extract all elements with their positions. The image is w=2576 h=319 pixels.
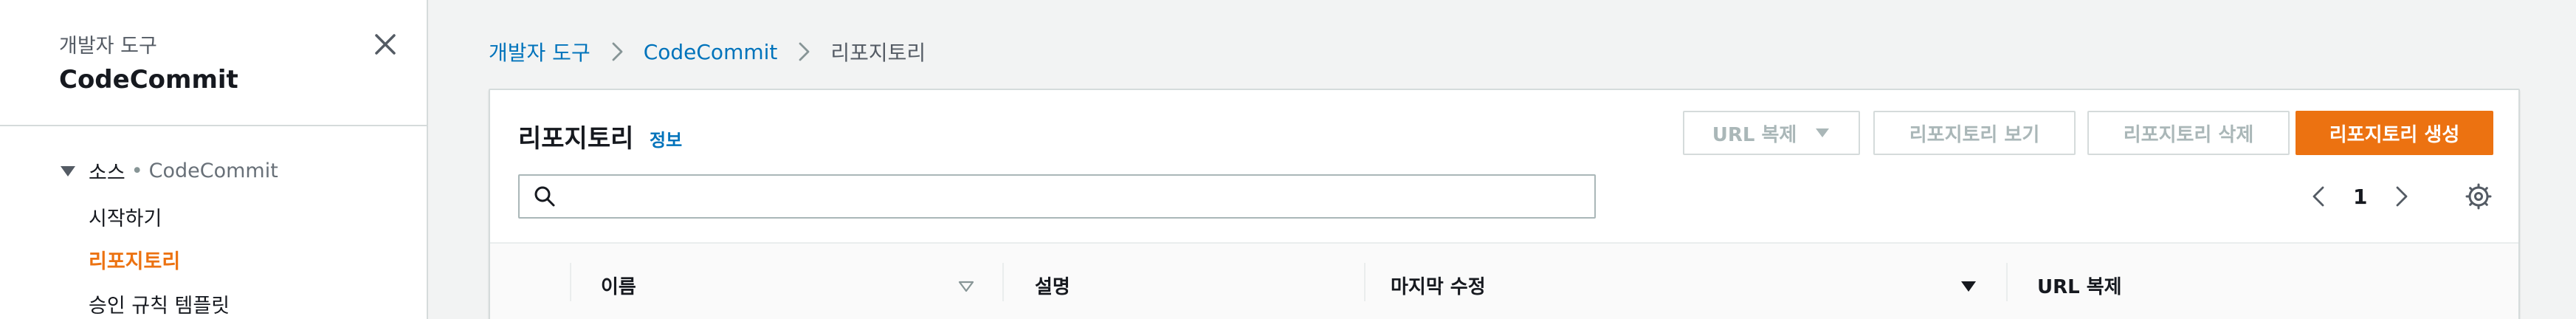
column-divider (570, 263, 571, 301)
caret-down-icon (1816, 128, 1830, 137)
chevron-left-icon[interactable] (2306, 183, 2332, 210)
sidebar-divider (0, 125, 428, 126)
breadcrumb-repositories: 리포지토리 (830, 41, 926, 65)
create-repository-button[interactable]: 리포지토리 생성 (2296, 111, 2493, 155)
settings-gear-icon[interactable] (2462, 180, 2495, 213)
search-box[interactable] (518, 174, 1596, 219)
chevron-right-icon (612, 42, 623, 61)
table-header: 이름 설명 마지막 수정 URL 복제 (490, 242, 2518, 319)
column-divider (1364, 263, 1366, 301)
search-icon (534, 186, 555, 207)
page-title: 리포지토리 (518, 124, 634, 154)
sidebar-service-label: 개발자 도구 (59, 35, 157, 58)
page-number[interactable]: 1 (2353, 185, 2367, 209)
sort-icon[interactable] (957, 276, 976, 295)
chevron-right-icon[interactable] (2388, 183, 2414, 210)
search-input[interactable] (568, 176, 1594, 217)
info-link[interactable]: 정보 (650, 126, 682, 151)
repositories-panel: 리포지토리 정보 URL 복제 리포지토리 보기 리포지토리 삭제 리포지토리 … (489, 89, 2520, 319)
column-header-last-modified[interactable]: 마지막 수정 (1391, 272, 1486, 299)
sort-descending-icon[interactable] (1959, 276, 1978, 295)
sidebar-group-sublabel: CodeCommit (148, 160, 278, 182)
sidebar-item-getting-started[interactable]: 시작하기 (89, 202, 162, 231)
delete-repository-button[interactable]: 리포지토리 삭제 (2087, 111, 2290, 155)
sidebar-item-repositories[interactable]: 리포지토리 (89, 245, 180, 274)
view-repository-button[interactable]: 리포지토리 보기 (1873, 111, 2076, 155)
clone-url-button[interactable]: URL 복제 (1683, 111, 1860, 155)
sidebar-item-approval-rule-templates[interactable]: 승인 규칙 템플릿 (89, 289, 230, 318)
breadcrumb-developer-tools[interactable]: 개발자 도구 (489, 37, 590, 66)
sidebar-group-label: 소스 (89, 162, 125, 185)
sidebar-group-source[interactable]: 소스 • CodeCommit (59, 157, 278, 185)
column-divider (1002, 263, 1004, 301)
sidebar-group-separator: • (131, 160, 143, 182)
breadcrumb-codecommit[interactable]: CodeCommit (644, 40, 778, 64)
caret-down-icon (61, 165, 75, 176)
column-header-name[interactable]: 이름 (601, 272, 636, 299)
side-navigation: 개발자 도구 CodeCommit 소스 • CodeCommit 시작하기 리… (0, 0, 428, 319)
close-icon[interactable] (369, 28, 402, 61)
pagination: 1 (2306, 180, 2414, 213)
column-header-clone-url[interactable]: URL 복제 (2037, 272, 2122, 299)
chevron-right-icon (799, 42, 810, 61)
column-header-description[interactable]: 설명 (1035, 272, 1070, 299)
breadcrumb: 개발자 도구 CodeCommit 리포지토리 (489, 37, 926, 66)
column-divider (2006, 263, 2008, 301)
sidebar-title[interactable]: CodeCommit (59, 65, 238, 95)
clone-url-button-label: URL 복제 (1712, 123, 1797, 146)
